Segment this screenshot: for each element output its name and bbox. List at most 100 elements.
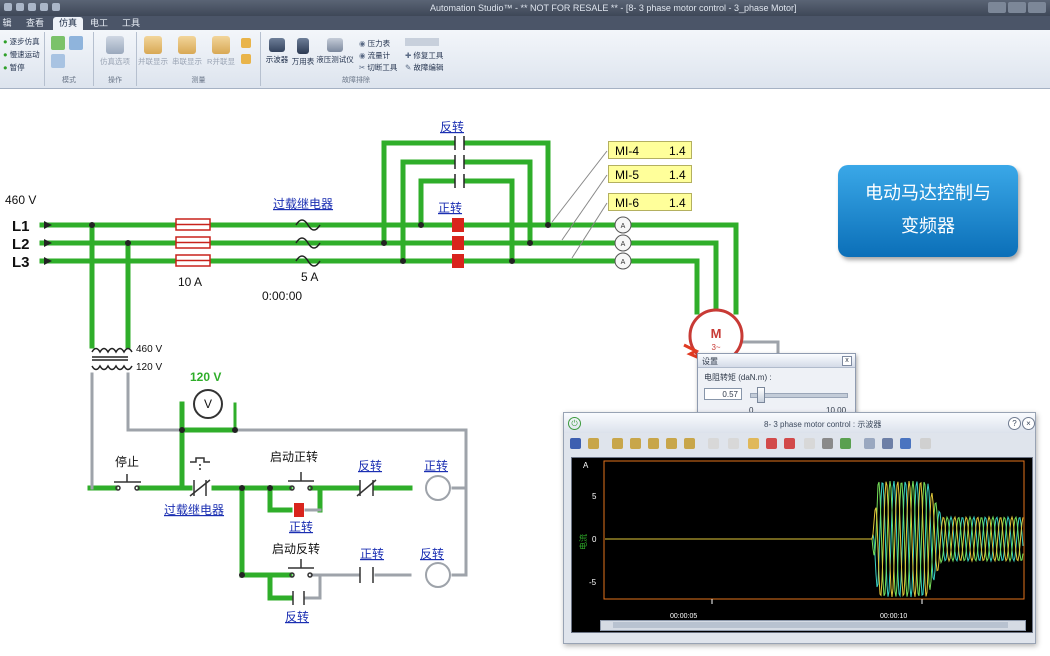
reverse-contactor-link[interactable]: 反转 [440, 119, 464, 134]
multi-tool-icon[interactable] [405, 38, 439, 48]
oscilloscope-plot: A 电流 5 0 -5 00:00:05 00:00:10 [571, 457, 1033, 633]
close-icon[interactable]: × [1022, 417, 1035, 430]
mode-icon[interactable] [51, 36, 65, 50]
pressure-gauge-button[interactable]: ◉ 压力表 [359, 38, 390, 49]
reverse-coil [425, 562, 451, 588]
cursor-select-icon[interactable] [864, 438, 875, 449]
cut-tool-button[interactable]: ✂ 切断工具 [359, 62, 397, 73]
pin-icon[interactable] [920, 438, 931, 449]
motor-label: M [711, 326, 722, 341]
ribbon-group-measure: 并联显示 串联显示 R并联显 测量 [137, 32, 261, 86]
fuse-block [175, 218, 211, 267]
overload-relay-link[interactable]: 过载继电器 [273, 197, 333, 211]
settings-dialog-header[interactable]: 设置 x [698, 354, 855, 368]
meter-mi-4[interactable]: MI-4 1.4 [608, 141, 692, 159]
marker-3-icon[interactable] [748, 438, 759, 449]
junction-dots [89, 222, 551, 578]
slow-motion-button[interactable]: ● 慢速运动 [3, 49, 40, 60]
torque-slider-thumb[interactable] [757, 387, 766, 403]
marker-6-icon[interactable] [804, 438, 815, 449]
course-title-line1: 电动马达控制与 [865, 183, 991, 203]
help-icon[interactable]: ? [1008, 417, 1021, 430]
ribbon-group-sim: ● 逐步仿真 ● 慢速运动 ● 暂停 [0, 32, 45, 86]
eye-icon[interactable] [822, 438, 833, 449]
minimize-icon [988, 2, 1006, 13]
ribbon: ● 逐步仿真 ● 慢速运动 ● 暂停 模式 仿真选项 操作 并联显示 串联显示 … [0, 30, 1050, 89]
fault-editor-button[interactable]: ✎ 故障编辑 [405, 62, 443, 73]
window-controls[interactable] [986, 2, 1046, 15]
hydraulic-tester-button[interactable]: 液压测试仪 [315, 38, 355, 65]
marker-4-icon[interactable] [766, 438, 777, 449]
timer-icon[interactable] [684, 438, 695, 449]
course-title-panel: 电动马达控制与 变频器 [838, 165, 1018, 257]
scrollbar-thumb[interactable] [613, 622, 1008, 628]
reverse-contacts [454, 136, 465, 188]
reverse-hold-link[interactable]: 反转 [285, 609, 309, 624]
torque-value-input[interactable]: 0.57 [704, 388, 742, 400]
tab-tools[interactable]: 工具 [118, 17, 144, 30]
tab-electrical[interactable]: 电工 [87, 17, 111, 30]
stop-button[interactable] [114, 474, 141, 491]
scope-ytick-0: 0 [592, 535, 597, 544]
oscilloscope-window: ⏻ 8- 3 phase motor control : 示波器 ? × A 电… [563, 412, 1036, 644]
phase-a-trace [605, 481, 1024, 598]
sim-options-button[interactable]: 仿真选项 [95, 36, 135, 67]
repair-tool-button[interactable]: ✚ 修复工具 [405, 50, 443, 61]
cursor-icon[interactable] [588, 438, 599, 449]
pause-icon[interactable] [570, 438, 581, 449]
meter-mi-6[interactable]: MI-6 1.4 [608, 193, 692, 211]
marker-icon[interactable] [708, 438, 719, 449]
forward-contactor-link[interactable]: 正转 [438, 200, 462, 215]
pause-button[interactable]: ● 暂停 [3, 62, 25, 73]
forward-hold-contact [294, 503, 304, 517]
fuse-rating-label: 10 A [178, 275, 202, 289]
torque-param-label: 电阻转矩 (daN.m) : [704, 373, 772, 382]
start-forward-label: 启动正转 [270, 449, 318, 464]
svg-text:A: A [621, 223, 626, 230]
ribbon-group-mode: 模式 [45, 32, 94, 86]
flowmeter-button[interactable]: ◉ 流量计 [359, 50, 390, 61]
forward-interlock [359, 567, 374, 583]
print-icon[interactable] [882, 438, 893, 449]
tab-simulation[interactable]: 仿真 [53, 17, 83, 30]
scope-y-axis-label: 电流 [578, 534, 588, 550]
tab-view[interactable]: 查看 [22, 17, 48, 30]
zoom-in-icon[interactable] [612, 438, 623, 449]
window-title: Automation Studio™ - ** NOT FOR RESALE *… [430, 3, 797, 13]
marker-2-icon[interactable] [728, 438, 739, 449]
zoom-out-icon[interactable] [630, 438, 641, 449]
transformer-primary-label: 460 V [136, 344, 162, 355]
reverse-interlock-link[interactable]: 反转 [358, 458, 382, 473]
line-l2-label: L2 [12, 236, 30, 253]
measure-icon[interactable] [241, 38, 251, 48]
scope-ytick-neg5: -5 [589, 578, 597, 587]
voltmeter-reading: 120 V [190, 370, 221, 384]
r-parallel-button[interactable]: R并联显 [201, 36, 241, 67]
mode-icon-2[interactable] [69, 36, 83, 50]
zoom-x-icon[interactable] [666, 438, 677, 449]
maximize-icon [1008, 2, 1026, 13]
ribbon-tabs: 辑 查看 仿真 电工 工具 [0, 16, 1050, 30]
zoom-fit-icon[interactable] [648, 438, 659, 449]
tab-edit[interactable]: 辑 [0, 17, 14, 30]
measure-icon-2[interactable] [241, 54, 251, 64]
quick-access-toolbar[interactable] [4, 3, 94, 13]
reverse-coil-link[interactable]: 反转 [420, 546, 444, 561]
stop-label: 停止 [115, 454, 139, 469]
oscilloscope-scrollbar[interactable] [600, 620, 1026, 631]
svg-text:A: A [621, 259, 626, 266]
overload-relay-control-link[interactable]: 过载继电器 [164, 503, 224, 517]
step-sim-button[interactable]: ● 逐步仿真 [3, 36, 40, 47]
power-icon[interactable]: ⏻ [568, 417, 581, 430]
table-icon[interactable] [840, 438, 851, 449]
meter-mi-5[interactable]: MI-5 1.4 [608, 165, 692, 183]
close-icon[interactable]: x [842, 356, 852, 366]
mode-icon-3[interactable] [51, 54, 65, 68]
forward-interlock-link[interactable]: 正转 [360, 546, 384, 561]
oscilloscope-titlebar[interactable]: ⏻ 8- 3 phase motor control : 示波器 ? × [564, 413, 1035, 433]
forward-contacts [452, 218, 464, 268]
marker-5-icon[interactable] [784, 438, 795, 449]
forward-coil-link[interactable]: 正转 [424, 458, 448, 473]
save-icon[interactable] [900, 438, 911, 449]
forward-hold-link[interactable]: 正转 [289, 519, 313, 534]
